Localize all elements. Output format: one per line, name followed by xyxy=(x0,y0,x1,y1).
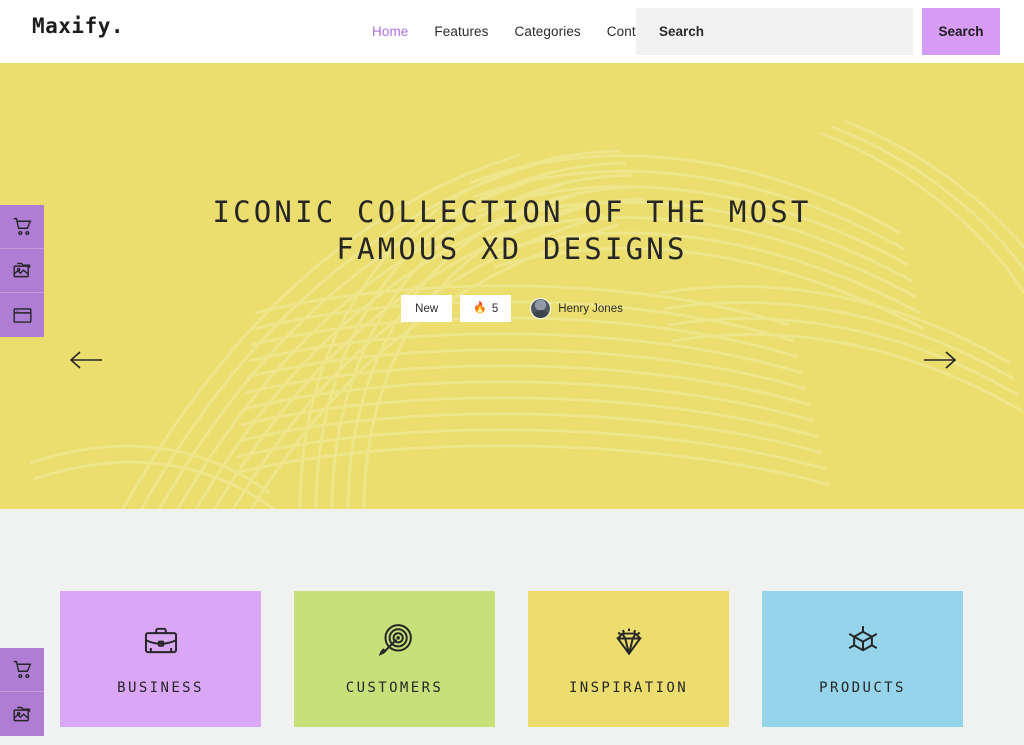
hero-title: ICONIC COLLECTION OF THE MOST FAMOUS XD … xyxy=(192,194,832,268)
category-label: CUSTOMERS xyxy=(345,680,444,696)
search-input[interactable] xyxy=(636,8,913,55)
avatar xyxy=(530,298,552,320)
author-name: Henry Jones xyxy=(558,302,623,315)
diamond-icon xyxy=(610,622,648,665)
hero-content: ICONIC COLLECTION OF THE MOST FAMOUS XD … xyxy=(0,63,1024,323)
badge-popularity[interactable]: 🔥 5 xyxy=(460,295,512,323)
logo[interactable]: Maxify. xyxy=(32,14,125,41)
shopping-cart-icon xyxy=(13,217,31,236)
side-dock-top xyxy=(0,205,44,337)
category-label: INSPIRATION xyxy=(568,680,689,696)
hero-title-line-2: FAMOUS XD DESIGNS xyxy=(336,232,688,267)
shopping-cart-icon xyxy=(13,660,31,679)
badge-new[interactable]: New xyxy=(401,295,453,323)
nav-item-categories[interactable]: Categories xyxy=(515,24,581,39)
category-card-list: BUSINESS CUSTOMERS INSPIRATION PRODUCTS xyxy=(0,509,1024,727)
search-button[interactable]: Search xyxy=(922,8,1000,55)
dock-button-gallery[interactable] xyxy=(0,249,44,293)
dock-button-window[interactable] xyxy=(0,293,44,337)
nav-item-home[interactable]: Home xyxy=(372,24,408,39)
main-navigation: Home Features Categories Contacts xyxy=(372,24,661,39)
hero-meta: New 🔥 5 Henry Jones xyxy=(0,295,1024,323)
categories-section: BUSINESS CUSTOMERS INSPIRATION PRODUCTS xyxy=(0,509,1024,745)
hero-title-line-1: ICONIC COLLECTION OF THE MOST xyxy=(212,195,812,229)
image-folder-icon xyxy=(12,262,30,278)
browser-window-icon xyxy=(12,307,32,323)
next-slide-arrow[interactable] xyxy=(922,346,958,374)
prev-slide-arrow[interactable] xyxy=(68,346,104,374)
fire-count: 5 xyxy=(491,302,499,315)
category-label: PRODUCTS xyxy=(819,680,906,696)
dock-button-cart-2[interactable] xyxy=(0,648,44,692)
logo-text: Maxify. xyxy=(32,14,125,38)
hero-banner: ICONIC COLLECTION OF THE MOST FAMOUS XD … xyxy=(0,63,1024,509)
nav-item-features[interactable]: Features xyxy=(434,24,488,39)
category-card-business[interactable]: BUSINESS xyxy=(60,591,261,727)
briefcase-icon xyxy=(142,622,180,665)
dock-button-gallery-2[interactable] xyxy=(0,692,44,736)
cube-icon xyxy=(844,622,882,665)
site-header: Maxify. Home Features Categories Contact… xyxy=(0,0,1024,63)
category-label: BUSINESS xyxy=(117,680,204,696)
fire-icon: 🔥 xyxy=(473,302,487,315)
category-card-products[interactable]: PRODUCTS xyxy=(762,591,963,727)
side-dock-bottom xyxy=(0,648,44,736)
category-card-inspiration[interactable]: INSPIRATION xyxy=(528,591,729,727)
target-icon xyxy=(376,622,414,665)
image-folder-icon xyxy=(12,706,30,721)
hero-author[interactable]: Henry Jones xyxy=(530,298,623,320)
category-card-customers[interactable]: CUSTOMERS xyxy=(294,591,495,727)
dock-button-cart[interactable] xyxy=(0,205,44,249)
